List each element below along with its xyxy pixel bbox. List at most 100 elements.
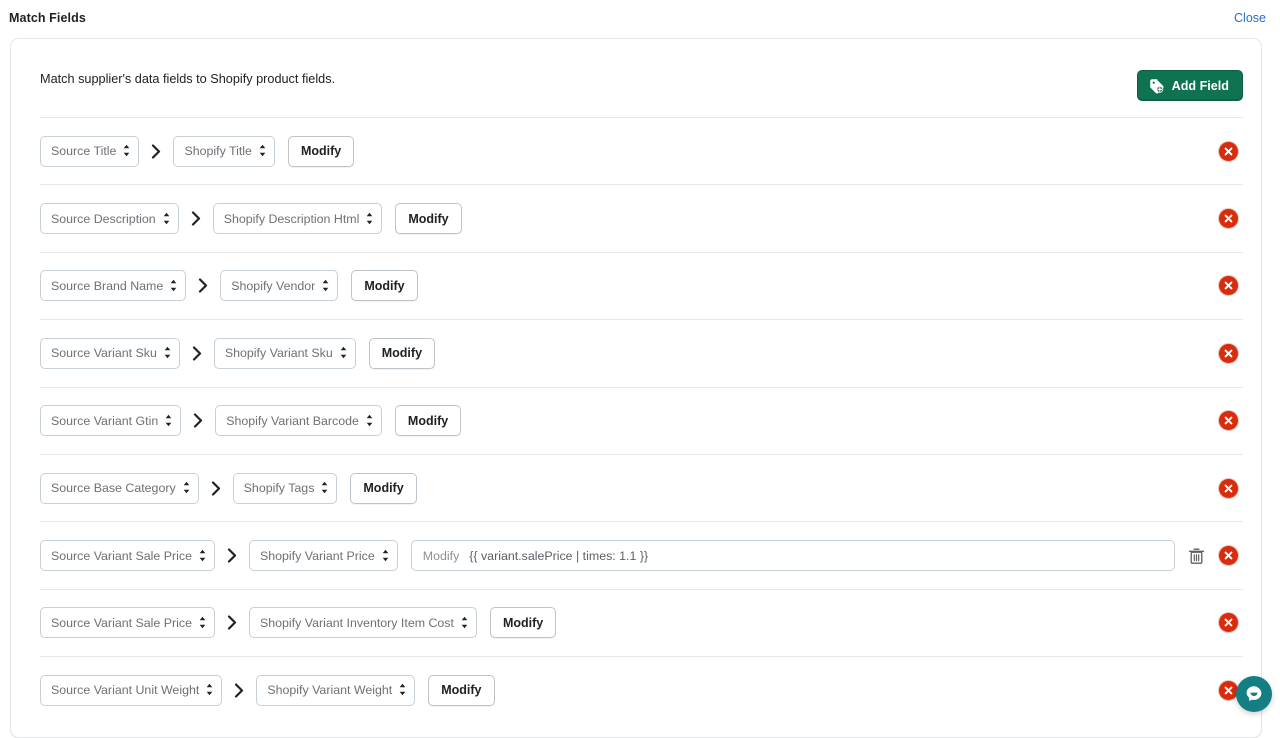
- select-arrows-icon: [205, 683, 214, 697]
- source-field-label: Source Brand Name: [51, 279, 163, 293]
- select-arrows-icon: [321, 279, 330, 293]
- card-description: Match supplier's data fields to Shopify …: [40, 72, 335, 86]
- modify-input-value: {{ variant.salePrice | times: 1.1 }}: [469, 549, 648, 563]
- chevron-right-icon: [215, 615, 249, 630]
- target-field-select-3[interactable]: Shopify Variant Sku: [214, 338, 356, 369]
- source-field-select-7[interactable]: Source Variant Sale Price: [40, 607, 215, 638]
- select-arrows-icon: [164, 414, 173, 428]
- row-actions: [1219, 479, 1243, 498]
- select-arrows-icon: [182, 481, 191, 495]
- modify-button-8[interactable]: Modify: [428, 675, 494, 706]
- source-field-select-3[interactable]: Source Variant Sku: [40, 338, 180, 369]
- source-field-label: Source Variant Sale Price: [51, 616, 192, 630]
- chevron-right-icon: [180, 346, 214, 361]
- source-field-label: Source Base Category: [51, 481, 176, 495]
- target-field-select-1[interactable]: Shopify Description Html: [213, 203, 383, 234]
- close-link[interactable]: Close: [1234, 11, 1266, 25]
- source-field-select-1[interactable]: Source Description: [40, 203, 179, 234]
- remove-field-button[interactable]: [1219, 344, 1238, 363]
- row-actions: [1219, 276, 1243, 295]
- select-arrows-icon: [163, 346, 172, 360]
- target-field-label: Shopify Variant Price: [260, 549, 375, 563]
- target-field-select-4[interactable]: Shopify Variant Barcode: [215, 405, 382, 436]
- target-field-select-6[interactable]: Shopify Variant Price: [249, 540, 398, 571]
- chevron-right-icon: [179, 211, 213, 226]
- row-controls: Source Variant Sale Price Shopify Variant…: [40, 540, 1187, 571]
- remove-field-button[interactable]: [1219, 546, 1238, 565]
- field-mapping-row: Source Base Category Shopify Tags Modify: [40, 454, 1243, 521]
- row-actions: [1219, 344, 1243, 363]
- select-arrows-icon: [162, 212, 171, 226]
- row-actions: [1187, 546, 1243, 566]
- target-field-select-0[interactable]: Shopify Title: [173, 136, 275, 167]
- source-field-label: Source Variant Gtin: [51, 414, 158, 428]
- modify-button-2[interactable]: Modify: [351, 270, 417, 301]
- remove-field-button[interactable]: [1219, 479, 1238, 498]
- select-arrows-icon: [198, 616, 207, 630]
- field-mapping-row: Source Variant Sku Shopify Variant Sku Mod…: [40, 319, 1243, 386]
- match-fields-card: Match supplier's data fields to Shopify …: [10, 38, 1262, 738]
- select-arrows-icon: [460, 616, 469, 630]
- trash-icon[interactable]: [1187, 546, 1205, 566]
- target-field-select-7[interactable]: Shopify Variant Inventory Item Cost: [249, 607, 477, 638]
- modify-button-5[interactable]: Modify: [350, 473, 416, 504]
- tag-plus-icon: [1149, 78, 1165, 94]
- target-field-select-8[interactable]: Shopify Variant Weight: [256, 675, 415, 706]
- row-controls: Source Variant Gtin Shopify Variant Barco…: [40, 405, 1219, 436]
- source-field-select-2[interactable]: Source Brand Name: [40, 270, 186, 301]
- modify-input-6[interactable]: Modify{{ variant.salePrice | times: 1.1 …: [411, 540, 1175, 571]
- remove-field-button[interactable]: [1219, 613, 1238, 632]
- add-field-button[interactable]: Add Field: [1137, 70, 1243, 101]
- target-field-select-2[interactable]: Shopify Vendor: [220, 270, 338, 301]
- source-field-select-6[interactable]: Source Variant Sale Price: [40, 540, 215, 571]
- modify-button-3[interactable]: Modify: [369, 338, 435, 369]
- target-field-label: Shopify Variant Barcode: [226, 414, 359, 428]
- row-actions: [1219, 142, 1243, 161]
- select-arrows-icon: [398, 683, 407, 697]
- source-field-select-4[interactable]: Source Variant Gtin: [40, 405, 181, 436]
- target-field-label: Shopify Tags: [244, 481, 315, 495]
- select-arrows-icon: [198, 549, 207, 563]
- source-field-select-0[interactable]: Source Title: [40, 136, 139, 167]
- source-field-label: Source Variant Unit Weight: [51, 683, 199, 697]
- modal-topbar: Match Fields Close: [0, 0, 1280, 38]
- remove-field-button[interactable]: [1219, 209, 1238, 228]
- field-mapping-list: Source TitleShopify TitleModifySource De…: [11, 117, 1261, 724]
- remove-field-button[interactable]: [1219, 681, 1238, 700]
- modify-button-0[interactable]: Modify: [288, 136, 354, 167]
- remove-field-button[interactable]: [1219, 411, 1238, 430]
- field-mapping-row: Source Variant Sale Price Shopify Variant…: [40, 521, 1243, 588]
- target-field-label: Shopify Vendor: [231, 279, 315, 293]
- target-field-select-5[interactable]: Shopify Tags: [233, 473, 338, 504]
- source-field-label: Source Variant Sku: [51, 346, 157, 360]
- field-mapping-row: Source Variant Sale Price Shopify Variant…: [40, 589, 1243, 656]
- page-title: Match Fields: [9, 11, 86, 25]
- select-arrows-icon: [320, 481, 329, 495]
- source-field-label: Source Description: [51, 212, 156, 226]
- target-field-label: Shopify Variant Sku: [225, 346, 333, 360]
- row-controls: Source Variant Unit Weight Shopify Varian…: [40, 675, 1219, 706]
- source-field-select-8[interactable]: Source Variant Unit Weight: [40, 675, 222, 706]
- modify-button-1[interactable]: Modify: [395, 203, 461, 234]
- source-field-label: Source Variant Sale Price: [51, 549, 192, 563]
- source-field-select-5[interactable]: Source Base Category: [40, 473, 199, 504]
- add-field-label: Add Field: [1172, 79, 1229, 93]
- modify-button-7[interactable]: Modify: [490, 607, 556, 638]
- field-mapping-row: Source Variant Unit Weight Shopify Varian…: [40, 656, 1243, 723]
- select-arrows-icon: [339, 346, 348, 360]
- row-actions: [1219, 209, 1243, 228]
- remove-field-button[interactable]: [1219, 142, 1238, 161]
- row-controls: Source Variant Sku Shopify Variant Sku Mod…: [40, 338, 1219, 369]
- field-mapping-row: Source Title Shopify Title Modify: [40, 117, 1243, 184]
- source-field-label: Source Title: [51, 144, 116, 158]
- row-actions: [1219, 411, 1243, 430]
- remove-field-button[interactable]: [1219, 276, 1238, 295]
- chat-bubble-icon[interactable]: [1236, 676, 1272, 712]
- chevron-right-icon: [215, 548, 249, 563]
- field-mapping-row: Source Variant Gtin Shopify Variant Barco…: [40, 387, 1243, 454]
- field-mapping-row: Source Description Shopify Description Ht…: [40, 184, 1243, 251]
- target-field-label: Shopify Description Html: [224, 212, 360, 226]
- field-mapping-row: Source Brand Name Shopify Vendor Modify: [40, 252, 1243, 319]
- row-controls: Source Description Shopify Description Ht…: [40, 203, 1219, 234]
- modify-button-4[interactable]: Modify: [395, 405, 461, 436]
